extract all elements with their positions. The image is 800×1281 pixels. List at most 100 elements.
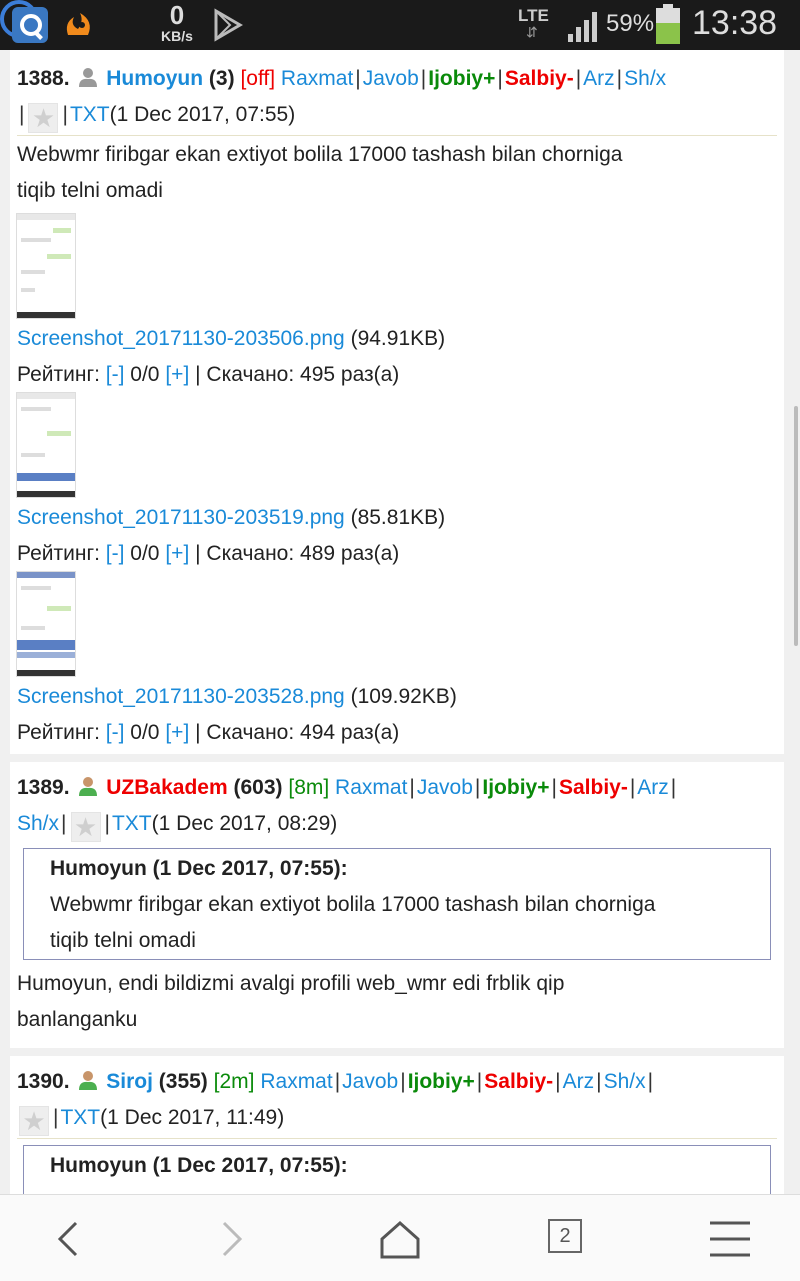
scrollbar[interactable] (794, 406, 798, 646)
javob-link[interactable]: Javob (417, 776, 473, 799)
raxmat-link[interactable]: Raxmat (260, 1070, 332, 1093)
clock: 13:38 (692, 4, 778, 42)
salbiy-link[interactable]: Salbiy- (505, 67, 574, 90)
post-meta: | ★ |TXT(1 Dec 2017, 07:55) (17, 97, 777, 133)
raxmat-link[interactable]: Raxmat (335, 776, 407, 799)
speed-unit: KB/s (161, 28, 193, 44)
rating-plus-link[interactable]: [+] (165, 542, 189, 565)
separator: | (575, 67, 582, 90)
attachment-link[interactable]: Screenshot_20171130-203506.png (17, 327, 345, 350)
rating-minus-link[interactable]: [-] (106, 363, 125, 386)
user-post-count: (3) (208, 67, 235, 90)
shx-link[interactable]: Sh/x (624, 67, 666, 90)
post-date: (1 Dec 2017, 08:29) (151, 812, 338, 835)
menu-icon[interactable] (706, 1215, 754, 1263)
status-bar: S 0 KB/s LTE ⇵ 59% 13:38 (0, 0, 800, 50)
ijobiy-link[interactable]: Ijobiy+ (408, 1070, 475, 1093)
txt-link[interactable]: TXT (70, 103, 110, 126)
tabs-count: 2 (559, 1225, 571, 1247)
home-icon[interactable] (376, 1215, 424, 1263)
separator: | (476, 1070, 483, 1093)
quote-text-line: Webwmr firibgar ekan extiyot bolila 1700… (50, 893, 656, 916)
txt-link[interactable]: TXT (112, 812, 152, 835)
attachment-size: (109.92KB) (350, 685, 457, 708)
quote-text-line: tiqib telni omadi (50, 929, 196, 952)
back-icon[interactable] (44, 1215, 92, 1263)
attachment-size: (94.91KB) (350, 327, 446, 350)
post-1388: 1388. Humoyun (3) [off] Raxmat|Javob|Ijo… (10, 50, 784, 754)
post-meta: Sh/x| ★ |TXT(1 Dec 2017, 08:29) (17, 806, 777, 842)
raxmat-link[interactable]: Raxmat (281, 67, 353, 90)
attachment-link[interactable]: Screenshot_20171130-203519.png (17, 506, 345, 529)
post-1390: 1390. Siroj (355) [2m] Raxmat|Javob|Ijob… (10, 1056, 784, 1194)
separator: | (420, 67, 427, 90)
username-link[interactable]: Siroj (106, 1070, 153, 1093)
tabs-icon[interactable]: 2 (548, 1219, 582, 1253)
attachment-thumbnail[interactable] (16, 571, 76, 677)
shx-link[interactable]: Sh/x (604, 1070, 646, 1093)
star-icon[interactable]: ★ (70, 812, 101, 842)
arz-link[interactable]: Arz (583, 67, 615, 90)
network-speed: 0 KB/s (154, 2, 200, 44)
shx-link[interactable]: Sh/x (17, 812, 59, 835)
separator: | (62, 103, 68, 126)
attachment-row: Screenshot_20171130-203506.png (94.91KB) (17, 321, 777, 357)
username-link[interactable]: Humoyun (106, 67, 203, 90)
separator: | (616, 67, 623, 90)
attachment-link[interactable]: Screenshot_20171130-203528.png (17, 685, 345, 708)
uc-browser-icon (60, 7, 96, 43)
javob-link[interactable]: Javob (342, 1070, 398, 1093)
star-icon[interactable]: ★ (28, 103, 59, 133)
forum-thread[interactable]: 1388. Humoyun (3) [off] Raxmat|Javob|Ijo… (0, 50, 800, 1194)
txt-link[interactable]: TXT (60, 1106, 100, 1129)
separator: | (551, 776, 557, 799)
rating-row: Рейтинг: [-] 0/0 [+] | Скачано: 489 раз(… (17, 536, 777, 572)
download-count: | Скачано: 489 раз(а) (195, 542, 400, 565)
post-number: 1390. (17, 1070, 70, 1093)
divider (17, 1138, 777, 1139)
separator: | (53, 1106, 59, 1129)
username-link[interactable]: UZBakadem (106, 776, 227, 799)
post-meta: ★ |TXT(1 Dec 2017, 11:49) (17, 1100, 777, 1136)
attachment-row: Screenshot_20171130-203528.png (109.92KB… (17, 679, 777, 715)
rating-votes: 0/0 (130, 363, 160, 386)
network-type: LTE (518, 6, 549, 25)
javob-link[interactable]: Javob (363, 67, 419, 90)
separator: | (104, 812, 110, 835)
attachment-size: (85.81KB) (350, 506, 446, 529)
separator: | (334, 1070, 341, 1093)
post-text-line: tiqib telni omadi (17, 179, 163, 202)
separator: | (409, 776, 415, 799)
attachment-thumbnail[interactable] (16, 392, 76, 498)
quote-header: Humoyun (1 Dec 2017, 07:55): (50, 1154, 348, 1177)
download-count: | Скачано: 494 раз(а) (195, 721, 400, 744)
post-date: (1 Dec 2017, 11:49) (100, 1106, 285, 1129)
attachment-row: Screenshot_20171130-203519.png (85.81KB) (17, 500, 777, 536)
arz-link[interactable]: Arz (637, 776, 669, 799)
ijobiy-link[interactable]: Ijobiy+ (482, 776, 549, 799)
rating-row: Рейтинг: [-] 0/0 [+] | Скачано: 494 раз(… (17, 715, 777, 751)
rating-plus-link[interactable]: [+] (165, 721, 189, 744)
user-online-icon (79, 1071, 98, 1090)
data-arrows-icon: ⇵ (526, 24, 538, 40)
rating-minus-link[interactable]: [-] (106, 721, 125, 744)
arz-link[interactable]: Arz (563, 1070, 595, 1093)
rating-row: Рейтинг: [-] 0/0 [+] | Скачано: 495 раз(… (17, 357, 777, 393)
browser-toolbar: 2 (0, 1194, 800, 1281)
ijobiy-link[interactable]: Ijobiy+ (428, 67, 495, 90)
separator: | (629, 776, 636, 799)
star-icon[interactable]: ★ (19, 1106, 49, 1136)
rating-plus-link[interactable]: [+] (165, 363, 189, 386)
salbiy-link[interactable]: Salbiy- (484, 1070, 553, 1093)
forward-icon[interactable] (208, 1215, 256, 1263)
battery-percent: 59% (606, 10, 655, 37)
separator: | (497, 67, 503, 90)
user-status: [8m] (288, 776, 330, 799)
salbiy-link[interactable]: Salbiy- (559, 776, 628, 799)
attachment-thumbnail[interactable] (16, 213, 76, 319)
user-post-count: (355) (158, 1070, 208, 1093)
rating-label: Рейтинг: (17, 542, 100, 565)
user-offline-icon (79, 68, 98, 87)
separator: | (355, 67, 361, 90)
rating-minus-link[interactable]: [-] (106, 542, 125, 565)
